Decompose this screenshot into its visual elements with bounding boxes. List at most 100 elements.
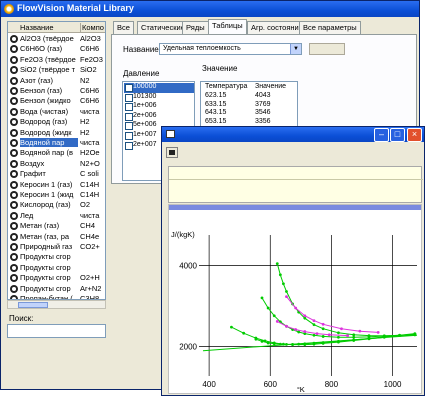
data-point bbox=[230, 325, 233, 329]
data-point bbox=[340, 327, 343, 331]
list-item[interactable]: Керосин 1 (газ) C14H bbox=[8, 180, 105, 191]
property-select-value: Удельная теплоемкость bbox=[163, 45, 241, 52]
list-item[interactable]: Продукты сгор Ar+N2 bbox=[8, 284, 105, 295]
scrollbar-thumb[interactable] bbox=[18, 302, 48, 308]
data-point bbox=[321, 327, 325, 331]
column-header-formula[interactable]: Компо bbox=[80, 23, 104, 32]
material-formula: O2 bbox=[80, 200, 91, 210]
property-extra-field bbox=[309, 43, 345, 55]
checkbox[interactable] bbox=[125, 84, 133, 92]
list-item[interactable]: Продукты сгор bbox=[8, 252, 105, 263]
cell-temperature: 623.15 bbox=[205, 92, 227, 99]
pressure-item[interactable]: 101300 bbox=[124, 93, 194, 103]
close-button[interactable]: × bbox=[407, 128, 422, 142]
data-point bbox=[321, 335, 325, 338]
data-point bbox=[285, 290, 288, 293]
material-name: Водяной пар bbox=[20, 138, 78, 147]
list-item[interactable]: Вода (чистая) чиста bbox=[8, 107, 105, 118]
x-tick-label: 400 bbox=[202, 380, 216, 389]
list-item[interactable]: SiO2 (твёрдое т SiO2 bbox=[8, 65, 105, 76]
list-item[interactable]: Воздух N2+O bbox=[8, 159, 105, 170]
app-icon bbox=[4, 4, 14, 14]
pressure-label: Давление bbox=[123, 69, 160, 78]
list-item[interactable]: Кислород (газ) O2 bbox=[8, 200, 105, 211]
list-item[interactable]: Водяной пар (в H2Oe bbox=[8, 148, 105, 159]
data-point bbox=[254, 337, 258, 341]
checkbox[interactable] bbox=[125, 112, 133, 121]
material-icon bbox=[10, 139, 18, 147]
list-item[interactable]: Азот (газ) N2 bbox=[8, 75, 105, 87]
chart-area[interactable]: 2000 4000 400 600 800 1000 J/(kgK) °K bbox=[168, 204, 422, 394]
list-item[interactable]: Водород (газ) H2 bbox=[8, 117, 105, 128]
material-name: Кислород (газ) bbox=[20, 200, 71, 210]
list-item[interactable]: Метан (газ) CH4 bbox=[8, 221, 105, 232]
property-label: Название bbox=[123, 45, 159, 54]
list-item[interactable]: Метан (газ, ра CH4e bbox=[8, 232, 105, 243]
material-name: Fe2O3 (твёрдое bbox=[20, 54, 76, 64]
column-header-temperature: Температура bbox=[205, 83, 248, 90]
data-point bbox=[337, 339, 340, 343]
search-input[interactable] bbox=[7, 324, 106, 338]
column-header-name[interactable]: Название bbox=[20, 23, 54, 32]
data-point bbox=[312, 333, 316, 337]
material-list[interactable]: Название Компо Al2O3 (твёрдое Al2O3 C6H6O … bbox=[7, 21, 106, 300]
checkbox[interactable] bbox=[125, 122, 133, 131]
checkbox[interactable] bbox=[125, 93, 133, 102]
material-name: Азот (газ) bbox=[20, 75, 53, 85]
cell-value: 3356 bbox=[255, 117, 271, 125]
material-formula: H2Oe bbox=[80, 148, 100, 158]
data-point bbox=[312, 323, 316, 327]
list-item[interactable]: Fe2O3 (твёрдое Fe2O3 bbox=[8, 54, 105, 66]
material-formula: H2 bbox=[80, 127, 90, 137]
pressure-item[interactable]: 2e+006 bbox=[124, 112, 194, 122]
maximize-button[interactable]: □ bbox=[390, 128, 405, 142]
divider bbox=[169, 179, 423, 180]
data-point bbox=[291, 342, 294, 346]
cell-temperature: 643.15 bbox=[205, 109, 227, 117]
material-formula: C6H6 bbox=[80, 44, 100, 54]
material-name: SiO2 (твёрдое т bbox=[20, 65, 76, 75]
data-point bbox=[337, 335, 340, 339]
material-name: Водяной пар (в bbox=[20, 148, 74, 158]
pressure-value: 5e+006 bbox=[133, 121, 157, 129]
data-point bbox=[285, 342, 288, 346]
pressure-item[interactable]: 1e+006 bbox=[124, 102, 194, 112]
pressure-item[interactable]: 100000 bbox=[124, 83, 194, 93]
property-select[interactable]: Удельная теплоемкость ▼ bbox=[159, 43, 302, 55]
data-point bbox=[312, 319, 316, 323]
minimize-button[interactable]: – bbox=[374, 128, 389, 142]
horizontal-scrollbar[interactable] bbox=[7, 300, 106, 309]
window-title: FlowVision Material Library bbox=[17, 3, 134, 13]
list-item[interactable]: Керосин 1 (жид C14H bbox=[8, 190, 105, 201]
checkbox[interactable] bbox=[125, 103, 133, 112]
data-point bbox=[285, 295, 288, 299]
list-item[interactable]: Графит C soli bbox=[8, 169, 105, 180]
checkbox[interactable] bbox=[125, 132, 133, 140]
material-icon bbox=[10, 180, 18, 189]
toolbar-button[interactable] bbox=[166, 147, 178, 158]
material-formula: N2 bbox=[80, 75, 90, 85]
list-item[interactable]: C6H6O (газ) C6H6 bbox=[8, 44, 105, 55]
data-point bbox=[272, 342, 276, 346]
data-point bbox=[303, 314, 307, 318]
data-point bbox=[346, 334, 350, 338]
material-name: Графит bbox=[20, 169, 46, 179]
list-item[interactable]: Продукты сгор bbox=[8, 263, 105, 274]
series-line bbox=[286, 296, 379, 333]
list-item[interactable]: Водород (жидк H2 bbox=[8, 127, 105, 139]
data-point bbox=[294, 328, 298, 331]
material-icon bbox=[10, 87, 18, 95]
data-point bbox=[358, 329, 362, 333]
list-item[interactable]: Бензол (газ) C6H6 bbox=[8, 86, 105, 97]
list-item[interactable]: Природный газ CO2+ bbox=[8, 242, 105, 253]
list-item[interactable]: Водяной пар чиста bbox=[8, 138, 105, 149]
list-item[interactable]: Продукты сгор O2+H bbox=[8, 273, 105, 284]
list-item[interactable]: Лед чиста bbox=[8, 211, 105, 222]
checkbox[interactable] bbox=[125, 141, 133, 150]
list-item[interactable]: Бензол (жидко C6H6 bbox=[8, 96, 105, 107]
material-icon bbox=[10, 263, 18, 272]
list-item[interactable]: Al2O3 (твёрдое Al2O3 bbox=[8, 34, 105, 45]
material-icon bbox=[10, 159, 18, 168]
chevron-down-icon[interactable]: ▼ bbox=[290, 44, 301, 54]
data-point bbox=[413, 332, 417, 336]
